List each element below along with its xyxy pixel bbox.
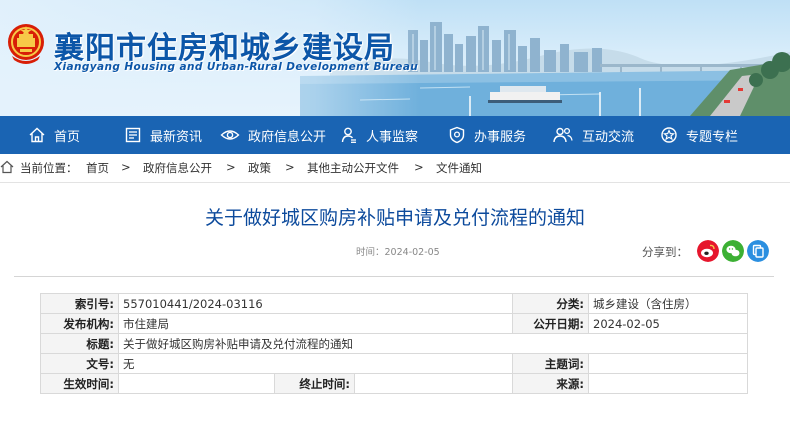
topic-icon <box>661 127 677 143</box>
national-emblem-icon <box>8 24 44 64</box>
table-row: 索引号: 557010441/2024-03116 分类: 城乡建设（含住房） <box>40 293 748 314</box>
doc-number-label: 文号: <box>40 353 119 374</box>
table-row: 生效时间: 终止时间: 来源: <box>40 373 748 394</box>
source-value <box>588 373 748 394</box>
breadcrumb-label: 当前位置： <box>20 161 78 175</box>
wechat-icon[interactable] <box>722 240 744 262</box>
nav-gov-info[interactable]: 政府信息公开 <box>220 116 326 154</box>
main-nav: 首页 最新资讯 政府信息公开 人事监察 办事服务 互动交流 专题专栏 <box>0 116 790 154</box>
article-divider <box>14 276 774 277</box>
site-subtitle: Xiangyang Housing and Urban-Rural Develo… <box>54 61 419 73</box>
breadcrumb-item-gov-info[interactable]: 政府信息公开 <box>143 161 212 175</box>
issuer-value: 市住建局 <box>118 313 513 334</box>
document-info-table: 索引号: 557010441/2024-03116 分类: 城乡建设（含住房） … <box>40 293 748 394</box>
nav-home-label: 首页 <box>54 129 81 145</box>
table-row: 发布机构: 市住建局 公开日期: 2024-02-05 <box>40 313 748 334</box>
publish-date-value: 2024-02-05 <box>588 313 748 334</box>
breadcrumb-item-policy[interactable]: 政策 <box>248 161 271 175</box>
article-time-label: 时间： <box>356 247 385 258</box>
nav-home[interactable]: 首页 <box>28 116 80 154</box>
table-row: 文号: 无 主题词: <box>40 353 748 374</box>
nav-news[interactable]: 最新资讯 <box>124 116 202 154</box>
eye-icon <box>220 130 240 140</box>
nav-topics[interactable]: 专题专栏 <box>660 116 738 154</box>
article-title: 关于做好城区购房补贴申请及兑付流程的通知 <box>204 207 585 229</box>
nav-topics-label: 专题专栏 <box>686 129 739 145</box>
breadcrumb-item-other-files[interactable]: 其他主动公开文件 <box>307 161 399 175</box>
doc-title-value: 关于做好城区购房补贴申请及兑付流程的通知 <box>118 333 748 354</box>
breadcrumb-home-icon <box>0 160 14 174</box>
person-icon <box>341 127 356 143</box>
issuer-label: 发布机构: <box>40 313 119 334</box>
category-value: 城乡建设（含住房） <box>588 293 748 314</box>
category-label: 分类: <box>512 293 589 314</box>
breadcrumb-separator: > <box>226 160 236 174</box>
subject-value <box>588 353 748 374</box>
subject-label: 主题词: <box>512 353 589 374</box>
doc-title-label: 标题: <box>40 333 119 354</box>
nav-personnel[interactable]: 人事监察 <box>340 116 418 154</box>
breadcrumb-separator: > <box>285 160 295 174</box>
share-label: 分享到： <box>642 245 688 259</box>
index-number-label: 索引号: <box>40 293 119 314</box>
article-time-value: 2024-02-05 <box>384 247 440 258</box>
nav-services[interactable]: 办事服务 <box>448 116 526 154</box>
qzone-icon[interactable] <box>747 240 769 262</box>
nav-interaction-label: 互动交流 <box>582 129 635 145</box>
effective-time-label: 生效时间: <box>40 373 119 394</box>
breadcrumb-separator: > <box>414 160 424 174</box>
home-icon <box>29 127 45 143</box>
breadcrumb-item-notices[interactable]: 文件通知 <box>436 161 482 175</box>
publish-date-label: 公开日期: <box>512 313 589 334</box>
breadcrumb-divider <box>0 182 790 183</box>
end-time-label: 终止时间: <box>274 373 355 394</box>
nav-gov-info-label: 政府信息公开 <box>248 129 327 145</box>
effective-time-value <box>118 373 275 394</box>
site-banner: 襄阳市住房和城乡建设局 Xiangyang Housing and Urban-… <box>0 0 790 116</box>
people-icon <box>553 127 573 143</box>
news-icon <box>125 127 141 143</box>
table-row: 标题: 关于做好城区购房补贴申请及兑付流程的通知 <box>40 333 748 354</box>
nav-services-label: 办事服务 <box>474 129 527 145</box>
article-time: 时间：2024-02-05 <box>356 244 440 258</box>
nav-news-label: 最新资讯 <box>150 129 203 145</box>
source-label: 来源: <box>512 373 589 394</box>
shield-icon <box>449 126 465 144</box>
breadcrumb-separator: > <box>121 160 131 174</box>
weibo-icon[interactable] <box>697 240 719 262</box>
breadcrumb: 当前位置： 首页 > 政府信息公开 > 政策 > 其他主动公开文件 > 文件通知 <box>0 154 790 182</box>
doc-number-value: 无 <box>118 353 513 374</box>
nav-personnel-label: 人事监察 <box>366 129 419 145</box>
breadcrumb-item-home[interactable]: 首页 <box>86 161 109 175</box>
nav-interaction[interactable]: 互动交流 <box>552 116 634 154</box>
end-time-value <box>354 373 513 394</box>
index-number-value: 557010441/2024-03116 <box>118 293 513 314</box>
